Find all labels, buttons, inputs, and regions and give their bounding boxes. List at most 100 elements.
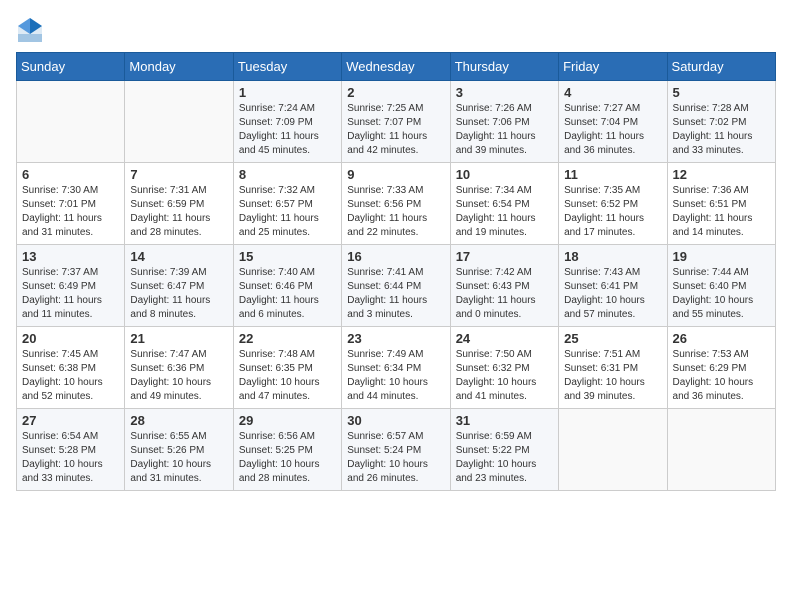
- day-number: 3: [456, 85, 553, 100]
- calendar-cell: 28 Sunrise: 6:55 AM Sunset: 5:26 PM Dayli…: [125, 409, 233, 491]
- day-info: Sunrise: 6:55 AM Sunset: 5:26 PM Dayligh…: [130, 430, 227, 486]
- day-info: Sunrise: 7:33 AM Sunset: 6:56 PM Dayligh…: [347, 184, 444, 240]
- day-number: 15: [239, 249, 336, 264]
- day-info: Sunrise: 7:37 AM Sunset: 6:49 PM Dayligh…: [22, 266, 119, 322]
- calendar-cell: [17, 81, 125, 163]
- calendar-week-1: 1Sunrise: 7:24 AM Sunset: 7:09 PM Daylig…: [17, 81, 776, 163]
- calendar-cell: 2 Sunrise: 7:25 AM Sunset: 7:07 PM Daylig…: [342, 81, 450, 163]
- day-number: 18: [564, 249, 661, 264]
- day-number: 17: [456, 249, 553, 264]
- day-info: Sunrise: 7:28 AM Sunset: 7:02 PM Dayligh…: [673, 102, 770, 158]
- calendar-cell: 31 Sunrise: 6:59 AM Sunset: 5:22 PM Dayli…: [450, 409, 558, 491]
- day-number: 7: [130, 167, 227, 182]
- calendar-cell: 24 Sunrise: 7:50 AM Sunset: 6:32 PM Dayli…: [450, 327, 558, 409]
- day-info: Sunrise: 7:27 AM Sunset: 7:04 PM Dayligh…: [564, 102, 661, 158]
- day-info: Sunrise: 7:30 AM Sunset: 7:01 PM Dayligh…: [22, 184, 119, 240]
- day-info: Sunrise: 7:36 AM Sunset: 6:51 PM Dayligh…: [673, 184, 770, 240]
- day-info: Sunrise: 7:41 AM Sunset: 6:44 PM Dayligh…: [347, 266, 444, 322]
- day-info: Sunrise: 6:54 AM Sunset: 5:28 PM Dayligh…: [22, 430, 119, 486]
- logo: [16, 16, 48, 44]
- day-info: Sunrise: 7:44 AM Sunset: 6:40 PM Dayligh…: [673, 266, 770, 322]
- calendar-cell: 23 Sunrise: 7:49 AM Sunset: 6:34 PM Dayli…: [342, 327, 450, 409]
- day-number: 24: [456, 331, 553, 346]
- weekday-header-thursday: Thursday: [450, 53, 558, 81]
- weekday-header-saturday: Saturday: [667, 53, 775, 81]
- calendar-week-3: 13 Sunrise: 7:37 AM Sunset: 6:49 PM Dayli…: [17, 245, 776, 327]
- day-number: 30: [347, 413, 444, 428]
- day-info: Sunrise: 7:35 AM Sunset: 6:52 PM Dayligh…: [564, 184, 661, 240]
- day-number: 16: [347, 249, 444, 264]
- calendar-cell: 1Sunrise: 7:24 AM Sunset: 7:09 PM Daylig…: [233, 81, 341, 163]
- day-info: Sunrise: 7:24 AM Sunset: 7:09 PM Dayligh…: [239, 102, 336, 158]
- day-number: 2: [347, 85, 444, 100]
- day-number: 23: [347, 331, 444, 346]
- day-info: Sunrise: 7:26 AM Sunset: 7:06 PM Dayligh…: [456, 102, 553, 158]
- calendar: SundayMondayTuesdayWednesdayThursdayFrid…: [16, 52, 776, 491]
- weekday-header-row: SundayMondayTuesdayWednesdayThursdayFrid…: [17, 53, 776, 81]
- calendar-cell: [559, 409, 667, 491]
- day-number: 27: [22, 413, 119, 428]
- day-info: Sunrise: 7:50 AM Sunset: 6:32 PM Dayligh…: [456, 348, 553, 404]
- weekday-header-sunday: Sunday: [17, 53, 125, 81]
- day-info: Sunrise: 7:40 AM Sunset: 6:46 PM Dayligh…: [239, 266, 336, 322]
- day-info: Sunrise: 6:57 AM Sunset: 5:24 PM Dayligh…: [347, 430, 444, 486]
- calendar-cell: 4 Sunrise: 7:27 AM Sunset: 7:04 PM Daylig…: [559, 81, 667, 163]
- calendar-week-4: 20 Sunrise: 7:45 AM Sunset: 6:38 PM Dayli…: [17, 327, 776, 409]
- day-number: 21: [130, 331, 227, 346]
- day-info: Sunrise: 7:42 AM Sunset: 6:43 PM Dayligh…: [456, 266, 553, 322]
- calendar-cell: 17 Sunrise: 7:42 AM Sunset: 6:43 PM Dayli…: [450, 245, 558, 327]
- calendar-cell: 25 Sunrise: 7:51 AM Sunset: 6:31 PM Dayli…: [559, 327, 667, 409]
- calendar-cell: 18 Sunrise: 7:43 AM Sunset: 6:41 PM Dayli…: [559, 245, 667, 327]
- day-info: Sunrise: 7:25 AM Sunset: 7:07 PM Dayligh…: [347, 102, 444, 158]
- weekday-header-monday: Monday: [125, 53, 233, 81]
- calendar-cell: 9 Sunrise: 7:33 AM Sunset: 6:56 PM Daylig…: [342, 163, 450, 245]
- day-number: 4: [564, 85, 661, 100]
- day-info: Sunrise: 7:51 AM Sunset: 6:31 PM Dayligh…: [564, 348, 661, 404]
- day-number: 9: [347, 167, 444, 182]
- day-number: 14: [130, 249, 227, 264]
- day-number: 22: [239, 331, 336, 346]
- day-info: Sunrise: 7:32 AM Sunset: 6:57 PM Dayligh…: [239, 184, 336, 240]
- day-number: 10: [456, 167, 553, 182]
- calendar-cell: 29Sunrise: 6:56 AM Sunset: 5:25 PM Dayli…: [233, 409, 341, 491]
- calendar-week-2: 6 Sunrise: 7:30 AM Sunset: 7:01 PM Daylig…: [17, 163, 776, 245]
- day-number: 19: [673, 249, 770, 264]
- day-info: Sunrise: 7:45 AM Sunset: 6:38 PM Dayligh…: [22, 348, 119, 404]
- day-info: Sunrise: 7:31 AM Sunset: 6:59 PM Dayligh…: [130, 184, 227, 240]
- day-number: 6: [22, 167, 119, 182]
- day-number: 11: [564, 167, 661, 182]
- calendar-cell: 12 Sunrise: 7:36 AM Sunset: 6:51 PM Dayli…: [667, 163, 775, 245]
- calendar-cell: 13 Sunrise: 7:37 AM Sunset: 6:49 PM Dayli…: [17, 245, 125, 327]
- day-number: 13: [22, 249, 119, 264]
- day-number: 25: [564, 331, 661, 346]
- calendar-cell: 5 Sunrise: 7:28 AM Sunset: 7:02 PM Daylig…: [667, 81, 775, 163]
- day-info: Sunrise: 7:49 AM Sunset: 6:34 PM Dayligh…: [347, 348, 444, 404]
- calendar-cell: 16 Sunrise: 7:41 AM Sunset: 6:44 PM Dayli…: [342, 245, 450, 327]
- day-info: Sunrise: 7:43 AM Sunset: 6:41 PM Dayligh…: [564, 266, 661, 322]
- calendar-cell: 19 Sunrise: 7:44 AM Sunset: 6:40 PM Dayli…: [667, 245, 775, 327]
- day-number: 31: [456, 413, 553, 428]
- calendar-cell: 10 Sunrise: 7:34 AM Sunset: 6:54 PM Dayli…: [450, 163, 558, 245]
- calendar-cell: 14Sunrise: 7:39 AM Sunset: 6:47 PM Dayli…: [125, 245, 233, 327]
- day-info: Sunrise: 7:34 AM Sunset: 6:54 PM Dayligh…: [456, 184, 553, 240]
- logo-icon: [16, 16, 44, 44]
- day-info: Sunrise: 6:59 AM Sunset: 5:22 PM Dayligh…: [456, 430, 553, 486]
- calendar-cell: 15 Sunrise: 7:40 AM Sunset: 6:46 PM Dayli…: [233, 245, 341, 327]
- day-number: 12: [673, 167, 770, 182]
- calendar-week-5: 27 Sunrise: 6:54 AM Sunset: 5:28 PM Dayli…: [17, 409, 776, 491]
- calendar-cell: 3 Sunrise: 7:26 AM Sunset: 7:06 PM Daylig…: [450, 81, 558, 163]
- day-number: 28: [130, 413, 227, 428]
- weekday-header-wednesday: Wednesday: [342, 53, 450, 81]
- calendar-cell: [125, 81, 233, 163]
- calendar-cell: [667, 409, 775, 491]
- weekday-header-friday: Friday: [559, 53, 667, 81]
- day-info: Sunrise: 6:56 AM Sunset: 5:25 PM Dayligh…: [239, 430, 336, 486]
- weekday-header-tuesday: Tuesday: [233, 53, 341, 81]
- calendar-cell: 22Sunrise: 7:48 AM Sunset: 6:35 PM Dayli…: [233, 327, 341, 409]
- calendar-cell: 8Sunrise: 7:32 AM Sunset: 6:57 PM Daylig…: [233, 163, 341, 245]
- calendar-cell: 6 Sunrise: 7:30 AM Sunset: 7:01 PM Daylig…: [17, 163, 125, 245]
- day-number: 20: [22, 331, 119, 346]
- calendar-cell: 7 Sunrise: 7:31 AM Sunset: 6:59 PM Daylig…: [125, 163, 233, 245]
- day-number: 5: [673, 85, 770, 100]
- calendar-cell: 27 Sunrise: 6:54 AM Sunset: 5:28 PM Dayli…: [17, 409, 125, 491]
